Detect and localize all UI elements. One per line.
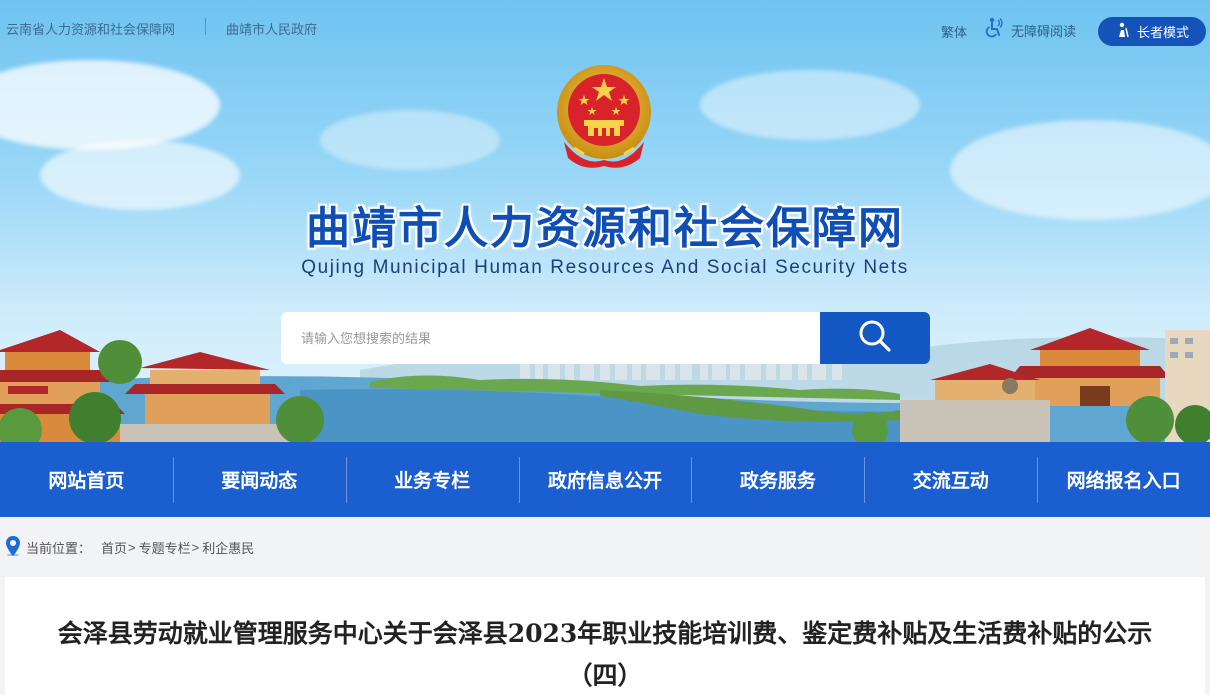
search-button[interactable]: [820, 312, 930, 364]
search-icon: [857, 318, 893, 358]
nav-item-services[interactable]: 政务服务: [691, 442, 864, 517]
elder-mode-label: 长者模式: [1136, 26, 1189, 41]
city-government-link[interactable]: 曲靖市人民政府: [226, 19, 317, 38]
site-title: 曲靖市人力资源和社会保障网: [306, 203, 904, 254]
accessibility-link[interactable]: 无障碍阅读: [983, 17, 1077, 43]
breadcrumb-current[interactable]: 利企惠民: [202, 538, 254, 557]
breadcrumb-topics[interactable]: 专题专栏: [139, 538, 191, 557]
nav-item-interaction[interactable]: 交流互动: [864, 442, 1037, 517]
cloud: [0, 60, 220, 150]
nav-item-news[interactable]: 要闻动态: [172, 442, 346, 517]
cloud: [320, 110, 500, 170]
article-panel: 会泽县劳动就业管理服务中心关于会泽县2023年职业技能培训费、鉴定费补贴及生活费…: [5, 577, 1205, 695]
header-banner: 云南省人力资源和社会保障网 曲靖市人民政府 繁体 无障碍阅读 长者模式 曲靖市人…: [0, 0, 1210, 442]
breadcrumb-home[interactable]: 首页: [101, 538, 127, 557]
breadcrumb-label: 当前位置：: [26, 540, 92, 556]
breadcrumb-separator: >: [191, 539, 200, 555]
divider: [205, 18, 206, 35]
cloud: [40, 140, 240, 210]
nav-item-registration[interactable]: 网络报名入口: [1037, 442, 1210, 517]
national-emblem-icon: [554, 62, 654, 172]
wheelchair-icon: [983, 17, 1005, 43]
accessibility-label: 无障碍阅读: [1011, 24, 1077, 40]
breadcrumb: 当前位置： 首页 > 专题专栏 > 利企惠民: [6, 535, 254, 559]
province-site-link[interactable]: 云南省人力资源和社会保障网: [6, 19, 175, 38]
location-pin-icon: [6, 535, 20, 559]
nav-item-home[interactable]: 网站首页: [0, 442, 173, 517]
site-subtitle: Qujing Municipal Human Resources And Soc…: [301, 257, 909, 278]
traditional-chinese-link[interactable]: 繁体: [941, 22, 967, 41]
search-input[interactable]: [281, 312, 821, 364]
elder-mode-button[interactable]: 长者模式: [1098, 17, 1206, 46]
article-title: 会泽县劳动就业管理服务中心关于会泽县2023年职业技能培训费、鉴定费补贴及生活费…: [57, 619, 1153, 690]
cloud: [950, 120, 1210, 220]
breadcrumb-separator: >: [128, 539, 136, 555]
nav-item-business[interactable]: 业务专栏: [345, 442, 519, 517]
top-bar: 云南省人力资源和社会保障网 曲靖市人民政府 繁体 无障碍阅读 长者模式: [0, 0, 1210, 58]
main-nav: 网站首页 要闻动态 业务专栏 政府信息公开 政务服务 交流互动 网络报名入口: [0, 442, 1210, 517]
cloud: [700, 70, 920, 140]
elder-icon: [1115, 22, 1131, 42]
nav-item-gov-info[interactable]: 政府信息公开: [518, 442, 692, 517]
